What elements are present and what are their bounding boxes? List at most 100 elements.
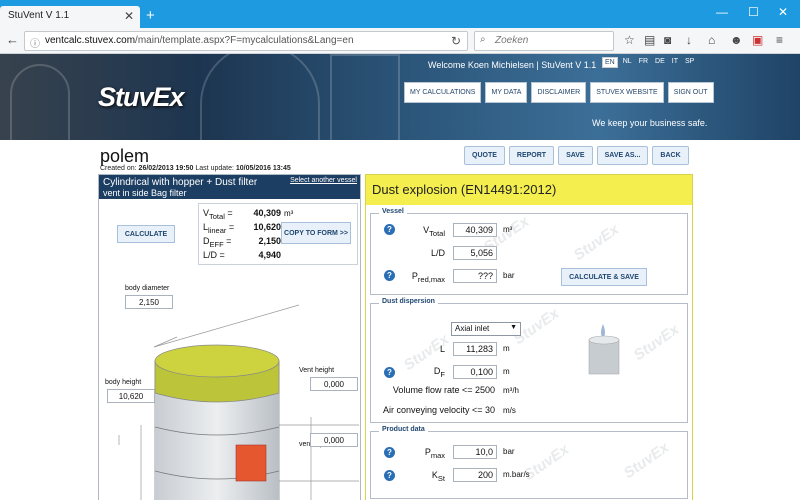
help-icon[interactable]: ? xyxy=(384,470,395,481)
bookmark-star-icon[interactable]: ☆ xyxy=(624,33,635,47)
back-arrow-icon[interactable]: ← xyxy=(6,32,19,47)
back-button[interactable]: BACK xyxy=(652,146,689,165)
pmax-input[interactable]: 10,0 xyxy=(453,445,497,459)
l-unit: m xyxy=(503,344,510,353)
address-bar[interactable]: ⓘ ventcalc.stuvex.com/main/template.aspx… xyxy=(24,31,468,51)
new-tab-icon[interactable]: + xyxy=(146,7,155,24)
vtotal-input[interactable]: 40,309 xyxy=(453,223,497,237)
body-diameter-input[interactable]: 2,150 xyxy=(125,295,173,309)
close-window-icon[interactable]: ✕ xyxy=(778,5,788,19)
help-icon[interactable]: ? xyxy=(384,224,395,235)
ld-label: L/D xyxy=(430,248,445,258)
silo-graphic xyxy=(330,54,400,140)
body-height-input[interactable]: 10,620 xyxy=(107,389,155,403)
stuvex-watermark: StuvEx xyxy=(570,220,623,265)
site-info-icon[interactable]: ⓘ xyxy=(30,35,40,50)
page-actions: QUOTE REPORT SAVE SAVE AS... BACK xyxy=(464,146,689,165)
search-input[interactable]: ⌕ Zoeken xyxy=(474,31,614,51)
lang-fr[interactable]: FR xyxy=(637,57,650,68)
home-icon[interactable]: ⌂ xyxy=(708,33,715,47)
vent-height-label: Vent height xyxy=(299,367,335,374)
dispersion-legend: Dust dispersion xyxy=(379,298,438,305)
save-button[interactable]: SAVE xyxy=(558,146,593,165)
result-value: 40,309 xyxy=(253,208,281,218)
air-velocity-label: Air conveying velocity <= 30 xyxy=(382,405,495,415)
vessel-type-subtitle: vent in side Bag filter xyxy=(103,188,187,198)
calculate-button[interactable]: CALCULATE xyxy=(117,225,175,243)
emoji-icon[interactable]: ☻ xyxy=(730,33,743,47)
save-as-button[interactable]: SAVE AS... xyxy=(596,146,649,165)
lang-en[interactable]: EN xyxy=(602,57,618,68)
flow-rate-label: Volume flow rate <= 2500 xyxy=(392,385,495,395)
dust-dispersion-fieldset: Dust dispersion StuvEx StuvEx StuvEx Axi… xyxy=(370,298,688,423)
nav-disclaimer[interactable]: DISCLAIMER xyxy=(531,82,587,103)
ld-input[interactable]: 5,056 xyxy=(453,246,497,260)
browser-tab[interactable]: StuVent V 1.1 ✕ xyxy=(0,6,140,28)
select-another-vessel-link[interactable]: Select another vessel xyxy=(290,177,357,184)
reading-list-icon[interactable]: ▤ xyxy=(644,33,655,47)
vessel-fieldset: Vessel StuvEx StuvEx ? VTotal 40,309 m³ … xyxy=(370,208,688,295)
l-label: L xyxy=(439,344,445,354)
result-sub: EFF xyxy=(209,239,224,249)
help-icon[interactable]: ? xyxy=(384,367,395,378)
maximize-icon[interactable]: ☐ xyxy=(748,5,759,19)
df-label: DF xyxy=(401,366,445,379)
pred-sub: red,max xyxy=(417,274,445,284)
download-icon[interactable]: ↓ xyxy=(686,33,692,47)
help-icon[interactable]: ? xyxy=(384,270,395,281)
df-unit: m xyxy=(503,367,510,376)
result-row: VTotal = 40,309 m³ xyxy=(203,208,294,221)
nav-my-data[interactable]: MY DATA xyxy=(485,82,528,103)
lang-sp[interactable]: SP xyxy=(683,57,696,68)
result-sub: Total xyxy=(209,211,225,221)
pocket-icon[interactable]: ◙ xyxy=(664,33,671,47)
product-legend: Product data xyxy=(379,426,428,433)
nav-sign-out[interactable]: SIGN OUT xyxy=(667,82,714,103)
silo-graphic xyxy=(10,64,70,140)
dimension-line xyxy=(153,336,178,348)
lang-de[interactable]: DE xyxy=(653,57,667,68)
lang-nl[interactable]: NL xyxy=(621,57,634,68)
stuvex-logo[interactable]: StuvEx xyxy=(98,82,185,113)
slogan: We keep your business safe. xyxy=(592,118,708,128)
menu-icon[interactable]: ≡ xyxy=(776,33,783,47)
canister-icon xyxy=(588,339,620,375)
df-sub: F xyxy=(440,369,445,379)
page-title: polem xyxy=(100,146,150,166)
vessel-panel-header: Cylindrical with hopper + Dust filter ve… xyxy=(99,175,360,199)
kst-input[interactable]: 200 xyxy=(453,468,497,482)
nav-my-calculations[interactable]: MY CALCULATIONS xyxy=(404,82,482,103)
report-button[interactable]: REPORT xyxy=(508,146,555,165)
dispersion-select[interactable]: Axial inlet ▼ xyxy=(451,322,521,336)
df-input[interactable]: 0,100 xyxy=(453,365,497,379)
browser-toolbar: ← ⓘ ventcalc.stuvex.com/main/template.as… xyxy=(0,28,800,54)
quote-button[interactable]: QUOTE xyxy=(464,146,505,165)
kst-sub: St xyxy=(437,473,445,483)
vent-top-input[interactable]: 0,000 xyxy=(310,433,358,447)
l-input[interactable]: 11,283 xyxy=(453,342,497,356)
reload-icon[interactable]: ↻ xyxy=(451,34,461,48)
vent-height-input[interactable]: 0,000 xyxy=(310,377,358,391)
chevron-down-icon: ▼ xyxy=(510,324,517,331)
vessel-panel: Cylindrical with hopper + Dust filter ve… xyxy=(98,174,361,500)
help-icon[interactable]: ? xyxy=(384,447,395,458)
url-domain: ventcalc.stuvex.com xyxy=(45,35,136,46)
created-value: 26/02/2013 19:50 xyxy=(138,165,194,172)
search-placeholder: Zoeken xyxy=(495,35,529,46)
result-label: L/D xyxy=(203,250,218,260)
pmax-sub: max xyxy=(430,450,445,460)
calculate-and-save-button[interactable]: CALCULATE & SAVE xyxy=(561,268,647,286)
date-info: Created on: 26/02/2013 19:50 Last update… xyxy=(100,165,291,172)
copy-to-form-button[interactable]: COPY TO FORM >> xyxy=(281,222,351,244)
lang-it[interactable]: IT xyxy=(670,57,680,68)
body-height-label: body height xyxy=(105,379,142,386)
nav-stuvex-website[interactable]: STUVEX WEBSITE xyxy=(590,82,664,103)
pred-input[interactable]: ??? xyxy=(453,269,497,283)
result-value: 4,940 xyxy=(258,250,281,260)
flow-rate-unit: m³/h xyxy=(503,386,519,395)
minimize-icon[interactable]: — xyxy=(716,5,728,19)
close-tab-icon[interactable]: ✕ xyxy=(124,9,134,23)
kst-label: KSt xyxy=(401,470,445,483)
extension-icon[interactable]: ▣ xyxy=(752,33,763,47)
update-value: 10/05/2016 13:45 xyxy=(235,165,291,172)
